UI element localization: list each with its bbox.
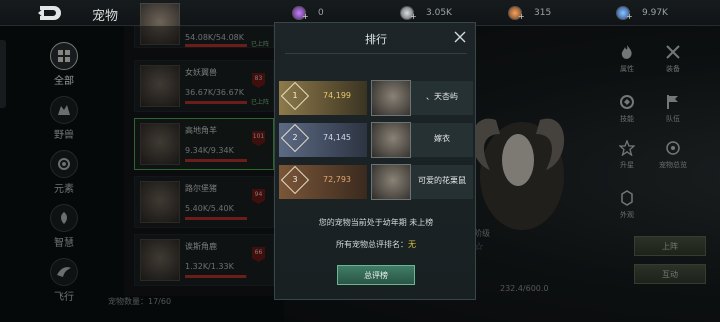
back-button[interactable]	[36, 4, 64, 22]
total-rank-value: 无	[408, 240, 416, 249]
close-icon	[454, 31, 466, 43]
plus-icon: +	[302, 12, 309, 21]
plus-icon: +	[410, 12, 417, 21]
owner-name: 可爱的花栗鼠	[418, 176, 466, 185]
pet-portrait	[371, 122, 411, 158]
close-button[interactable]	[453, 29, 467, 43]
rank-row[interactable]: 1 74,199 、天杏屿	[279, 79, 473, 117]
currency-value: 3.05K	[426, 8, 452, 18]
plus-icon: +	[518, 12, 525, 21]
rank-score: 72,793	[323, 175, 351, 184]
dialog-title: 排行	[365, 33, 387, 46]
rank-row[interactable]: 3 72,793 可爱的花栗鼠	[279, 163, 473, 201]
total-rank-line: 所有宠物总评排名：无	[275, 239, 477, 250]
rank-number: 1	[292, 91, 298, 100]
currency-copper-coin[interactable]: + 315	[508, 4, 551, 22]
currency-blue-crystal[interactable]: + 9.97K	[616, 4, 668, 22]
total-ranking-button[interactable]: 总评榜	[337, 265, 415, 285]
owner-name: 、天杏屿	[426, 92, 458, 101]
currency-purple-gem[interactable]: + 0	[292, 4, 324, 22]
rank-number: 2	[292, 133, 298, 142]
currency-value: 0	[318, 8, 324, 18]
rank-score: 74,145	[323, 133, 351, 142]
rank-row[interactable]: 2 74,145 嫁衣	[279, 121, 473, 159]
total-rank-label: 所有宠物总评排名：	[336, 240, 408, 249]
currency-silver-coin[interactable]: + 3.05K	[400, 4, 452, 22]
owner-name: 嫁衣	[434, 134, 450, 143]
rank-score: 74,199	[323, 91, 351, 100]
ranking-dialog: 排行 1 74,199 、天杏屿 2 74,145 嫁衣 3 72,793 可爱…	[274, 22, 476, 300]
currency-value: 315	[534, 8, 552, 18]
back-arrow-icon	[38, 6, 61, 20]
pet-portrait	[371, 164, 411, 200]
divider	[285, 53, 467, 54]
rank-number: 3	[292, 175, 298, 184]
page-title: 宠物	[92, 9, 119, 24]
rank-status-text: 您的宠物当前处于幼年期 未上榜	[318, 218, 434, 227]
currency-value: 9.97K	[642, 8, 668, 18]
plus-icon: +	[626, 12, 633, 21]
pet-portrait	[371, 80, 411, 116]
